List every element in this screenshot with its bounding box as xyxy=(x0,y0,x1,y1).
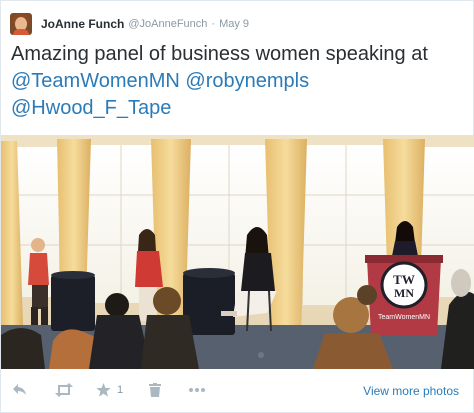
star-icon xyxy=(96,383,111,397)
mention-robynempls[interactable]: @robynempls xyxy=(185,70,309,92)
podium-logo-line1: TW xyxy=(393,272,415,287)
view-more-photos-link[interactable]: View more photos xyxy=(363,384,459,398)
mention-teamwomenmn[interactable]: @TeamWomenMN xyxy=(11,70,180,92)
reply-icon xyxy=(13,384,26,395)
tweet-photo[interactable]: TW MN TeamWomenMN xyxy=(1,135,474,369)
trash-icon xyxy=(149,383,161,397)
tweet-timestamp[interactable]: May 9 xyxy=(219,18,249,30)
tweet-text-body: Amazing panel of business women speaking… xyxy=(11,43,428,65)
favorite-count: 1 xyxy=(117,384,124,396)
header-separator: · xyxy=(211,18,216,30)
more-dots-icon xyxy=(189,388,205,392)
tweet-header: JoAnne Funch @JoAnneFunch · May 9 xyxy=(10,12,249,36)
reply-button[interactable] xyxy=(12,380,28,400)
author-handle[interactable]: @JoAnneFunch xyxy=(128,18,207,30)
delete-button[interactable] xyxy=(149,380,161,400)
tweet-text: Amazing panel of business women speaking… xyxy=(11,41,467,122)
tweet-card: JoAnne Funch @JoAnneFunch · May 9 Amazin… xyxy=(0,0,474,413)
podium-logo-line2: MN xyxy=(394,286,414,300)
podium-url: TeamWomenMN xyxy=(378,314,430,321)
retweet-button[interactable] xyxy=(54,380,74,400)
favorite-button[interactable]: 1 xyxy=(96,380,123,400)
mention-hwood-f-tape[interactable]: @Hwood_F_Tape xyxy=(11,97,171,119)
retweet-icon xyxy=(55,383,73,397)
tweet-actions: 1 View more photos xyxy=(1,373,474,409)
author-avatar[interactable] xyxy=(10,13,32,35)
author-name[interactable]: JoAnne Funch xyxy=(41,17,124,31)
panel-photo-illustration: TW MN TeamWomenMN xyxy=(1,135,474,369)
more-button[interactable] xyxy=(188,380,206,400)
